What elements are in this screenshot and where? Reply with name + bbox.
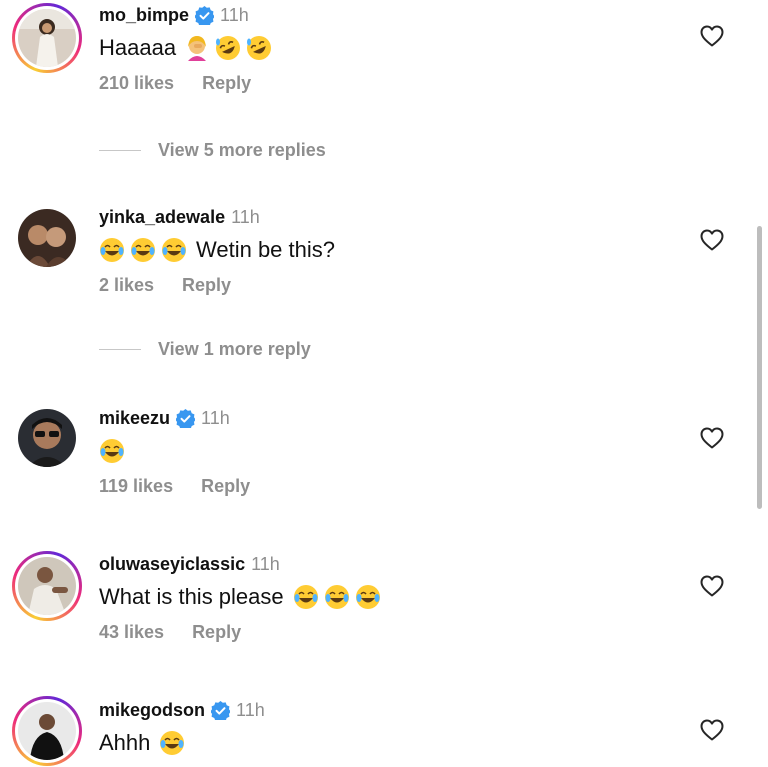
face-with-tears-of-joy-icon <box>292 584 319 610</box>
verified-badge-icon <box>195 6 215 25</box>
likes-count[interactable]: 210 likes <box>99 73 174 93</box>
heart-icon[interactable] <box>700 427 724 449</box>
avatar[interactable] <box>12 203 82 273</box>
username[interactable]: yinka_adewale <box>99 207 225 228</box>
heart-icon[interactable] <box>700 25 724 47</box>
divider <box>99 349 141 350</box>
face-with-tears-of-joy-icon <box>130 237 156 263</box>
face-with-tears-of-joy-icon <box>99 438 125 464</box>
verified-badge-icon <box>176 409 196 428</box>
reply-button[interactable]: Reply <box>201 476 250 496</box>
face-with-tears-of-joy-icon <box>99 237 125 263</box>
comment-text: Wetin be this? <box>196 237 336 262</box>
heart-icon[interactable] <box>700 229 724 251</box>
timestamp: 11h <box>201 408 230 428</box>
comment-text: Haaaaa <box>99 35 177 60</box>
reply-button[interactable]: Reply <box>182 275 231 295</box>
comment-text: Ahhh <box>99 730 151 755</box>
timestamp: 11h <box>251 554 280 574</box>
timestamp: 11h <box>231 207 260 227</box>
likes-count[interactable]: 43 likes <box>99 622 164 642</box>
avatar[interactable] <box>12 551 82 621</box>
rolling-on-floor-laughing-icon <box>246 35 272 61</box>
face-with-tears-of-joy-icon <box>159 730 186 756</box>
reply-button[interactable]: Reply <box>192 622 241 642</box>
face-with-tears-of-joy-icon <box>161 237 187 263</box>
view-more-replies[interactable]: View 5 more replies <box>99 140 326 161</box>
woman-facepalming-icon <box>188 36 207 61</box>
timestamp: 11h <box>220 5 249 25</box>
heart-icon[interactable] <box>700 575 724 597</box>
rolling-on-floor-laughing-icon <box>215 35 241 61</box>
view-more-label[interactable]: View 5 more replies <box>158 140 326 161</box>
username[interactable]: mo_bimpe <box>99 5 189 26</box>
scrollbar[interactable] <box>757 226 762 509</box>
likes-count[interactable]: 119 likes <box>99 476 173 496</box>
face-with-tears-of-joy-icon <box>323 584 350 610</box>
username[interactable]: oluwaseyiclassic <box>99 554 245 575</box>
comment-text: What is this please <box>99 584 284 609</box>
likes-count[interactable]: 2 likes <box>99 275 154 295</box>
avatar[interactable] <box>12 3 82 73</box>
face-with-tears-of-joy-icon <box>354 584 381 610</box>
verified-badge-icon <box>211 701 231 720</box>
heart-icon[interactable] <box>700 719 724 741</box>
view-more-replies[interactable]: View 1 more reply <box>99 339 311 360</box>
avatar[interactable] <box>12 403 82 473</box>
username[interactable]: mikeezu <box>99 408 170 429</box>
timestamp: 11h <box>236 700 265 720</box>
username[interactable]: mikegodson <box>99 700 205 721</box>
divider <box>99 150 141 151</box>
view-more-label[interactable]: View 1 more reply <box>158 339 311 360</box>
reply-button[interactable]: Reply <box>202 73 251 93</box>
avatar[interactable] <box>12 696 82 766</box>
